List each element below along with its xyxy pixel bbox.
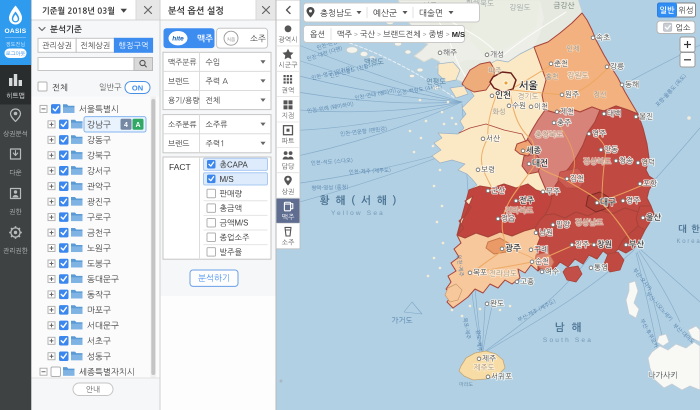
svg-text:South Sea: South Sea	[543, 337, 593, 344]
svg-text:M/S: M/S	[235, 219, 249, 228]
svg-text:4: 4	[124, 122, 128, 129]
svg-text:CAPA: CAPA	[227, 160, 248, 169]
svg-text:A: A	[135, 122, 140, 129]
svg-text:Yellow Sea: Yellow Sea	[331, 210, 385, 217]
svg-text:Korea: Korea	[676, 239, 700, 245]
svg-text:hite: hite	[172, 36, 184, 43]
svg-text:M/S: M/S	[452, 30, 465, 39]
svg-text:>: >	[377, 32, 381, 39]
svg-text:M/S: M/S	[220, 175, 234, 184]
svg-text:>: >	[423, 32, 427, 39]
svg-text:FACT: FACT	[169, 162, 191, 172]
svg-text:>: >	[446, 32, 450, 39]
svg-text:>: >	[354, 32, 358, 39]
svg-text:ON: ON	[132, 83, 143, 92]
svg-text:OASIS: OASIS	[4, 28, 26, 35]
